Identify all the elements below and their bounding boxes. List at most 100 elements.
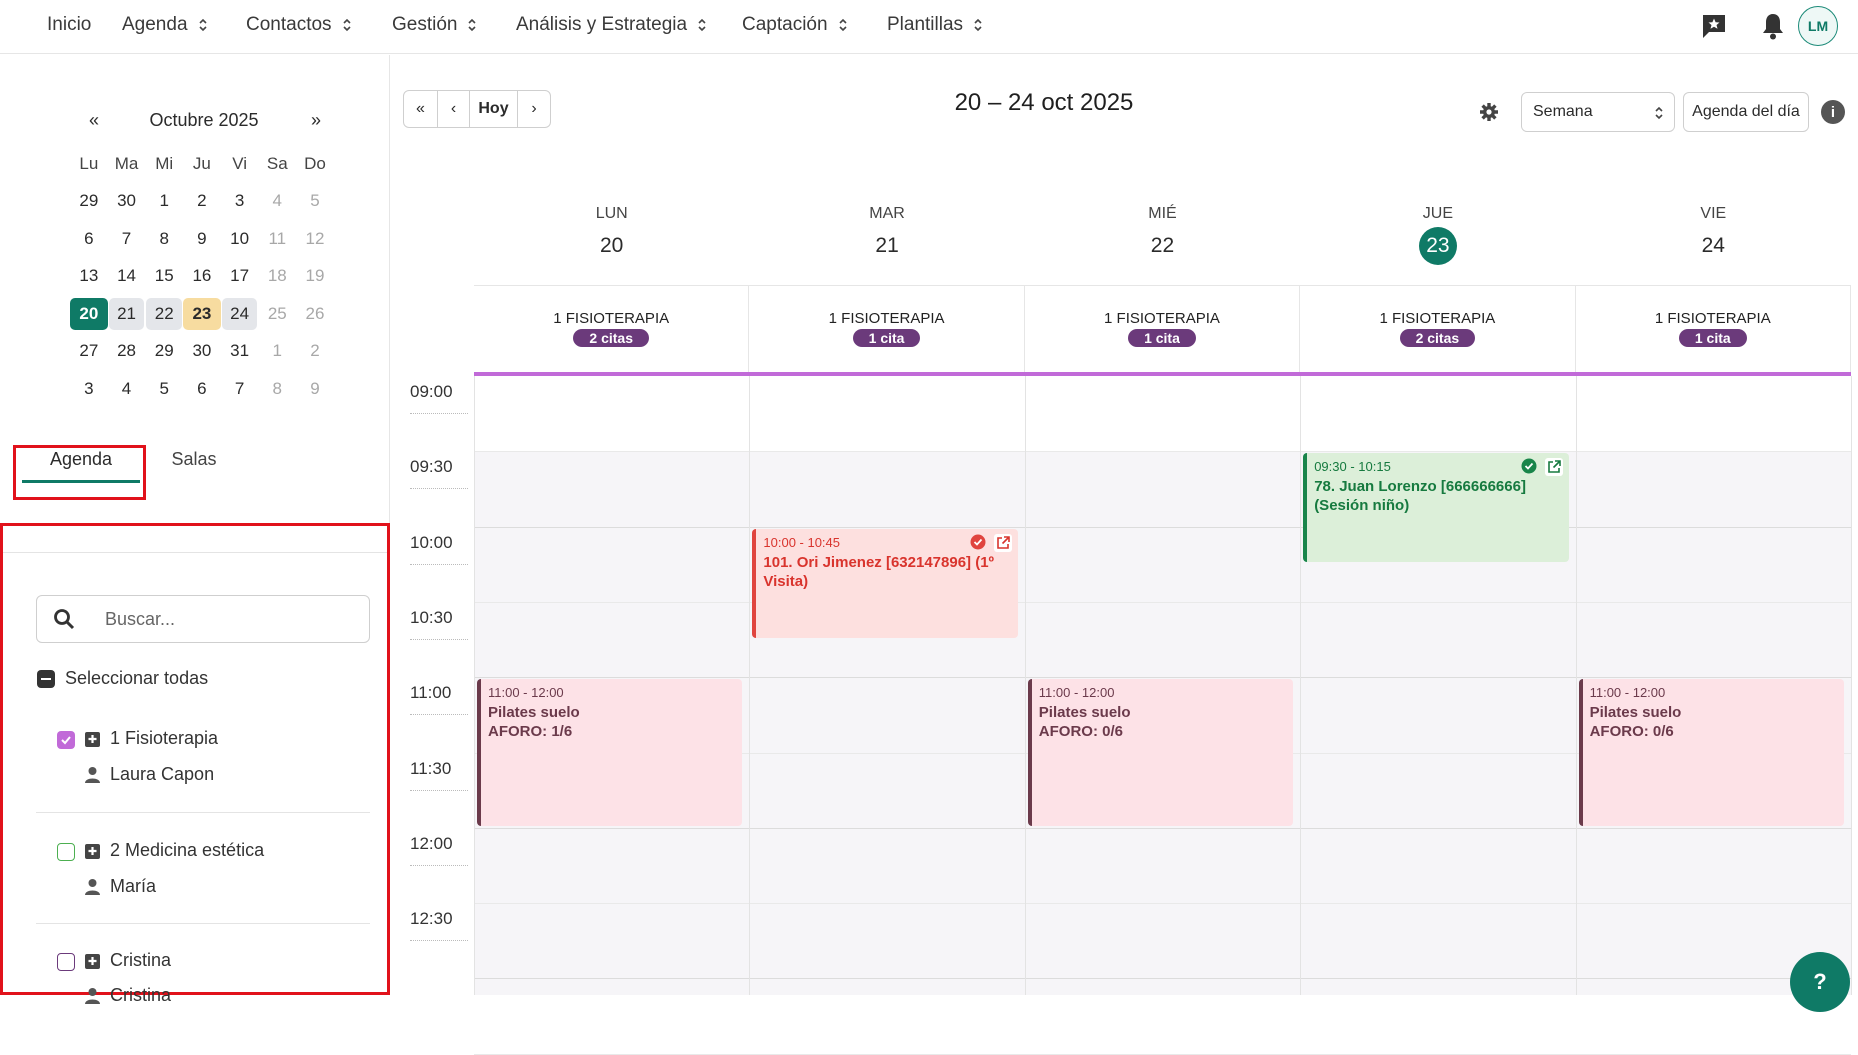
mini-calendar-day[interactable]: 17 — [221, 260, 259, 292]
resource-name: 1 FISIOTERAPIA — [553, 310, 670, 327]
mini-calendar-day[interactable]: 9 — [183, 223, 221, 255]
chevron-updown-icon — [342, 17, 352, 33]
mini-calendar-day[interactable]: 3 — [70, 373, 108, 405]
today-button[interactable]: Hoy — [470, 91, 518, 127]
day-header[interactable]: JUE 23 — [1300, 205, 1575, 265]
filter-divider — [36, 812, 370, 813]
mini-calendar-day[interactable]: 30 — [108, 185, 146, 217]
nav-item-inicio[interactable]: Inicio — [47, 12, 91, 38]
mini-calendar-next-button[interactable]: » — [306, 105, 326, 135]
time-label: 12:30 — [410, 909, 453, 929]
prev-button[interactable]: ‹ — [438, 91, 470, 127]
class-event[interactable]: 11:00 - 12:00 Pilates suelo AFORO: 1/6 — [477, 679, 743, 826]
class-event[interactable]: 11:00 - 12:00 Pilates suelo AFORO: 0/6 — [1027, 679, 1294, 826]
person-icon — [84, 987, 101, 1005]
confirmed-check-icon — [1521, 458, 1537, 474]
mini-calendar-day[interactable]: 23 — [183, 297, 221, 330]
class-event[interactable]: 11:00 - 12:00 Pilates suelo AFORO: 0/6 — [1578, 679, 1844, 826]
mini-calendar-day[interactable]: 7 — [108, 223, 146, 255]
mini-calendar-day[interactable]: 16 — [183, 260, 221, 292]
mini-calendar-day[interactable]: 15 — [145, 260, 183, 292]
weekday-label: Sa — [266, 153, 288, 173]
resource-name: 1 FISIOTERAPIA — [1104, 310, 1220, 327]
filter-item-person: María — [110, 876, 157, 896]
mini-calendar-day[interactable]: 12 — [296, 223, 334, 255]
nav-item-contactos[interactable]: Contactos — [246, 12, 352, 38]
appointment-count-badge: 1 cita — [1128, 329, 1196, 347]
mini-calendar-day[interactable]: 9 — [296, 373, 334, 405]
bell-icon[interactable] — [1760, 12, 1786, 40]
mini-calendar-day[interactable]: 21 — [108, 297, 145, 330]
mini-calendar-day[interactable]: 8 — [258, 373, 296, 405]
mini-calendar-day[interactable]: 13 — [70, 260, 108, 292]
mini-calendar-day[interactable]: 30 — [183, 335, 221, 367]
mini-calendar-day[interactable]: 31 — [221, 335, 259, 367]
mini-calendar-day[interactable]: 14 — [108, 260, 146, 292]
mini-calendar-day[interactable]: 4 — [108, 373, 146, 405]
mini-calendar-day[interactable]: 24 — [221, 297, 258, 330]
nav-item-captacion[interactable]: Captación — [742, 12, 848, 38]
first-button[interactable]: « — [404, 91, 438, 127]
mini-calendar-day[interactable]: 8 — [145, 223, 183, 255]
mini-calendar-day[interactable]: 4 — [258, 185, 296, 217]
time-separator — [410, 488, 468, 490]
mini-calendar-day[interactable]: 5 — [296, 185, 334, 217]
mini-calendar-prev-button[interactable]: « — [84, 105, 104, 135]
mini-calendar-day[interactable]: 1 — [145, 185, 183, 217]
open-external-icon[interactable] — [1544, 458, 1563, 477]
gear-icon[interactable] — [1479, 102, 1499, 122]
mini-calendar-day[interactable]: 6 — [70, 223, 108, 255]
nav-item-plantillas[interactable]: Plantillas — [887, 12, 983, 38]
mini-calendar-day[interactable]: 1 — [258, 335, 296, 367]
filter-checkbox-medicina-estetica[interactable] — [57, 843, 75, 861]
time-grid: 10:00 - 10:45 101. Ori Jimenez [632147896… — [474, 376, 1852, 1055]
next-button[interactable]: › — [518, 91, 550, 127]
mini-calendar-day[interactable]: 25 — [258, 298, 296, 330]
mini-calendar-day[interactable]: 27 — [70, 335, 108, 367]
star-message-icon[interactable] — [1700, 12, 1728, 40]
day-name: JUE — [1422, 205, 1453, 222]
nav-item-agenda[interactable]: Agenda — [122, 12, 208, 38]
mini-calendar-day[interactable]: 10 — [221, 223, 259, 255]
help-button[interactable]: ? — [1790, 952, 1850, 1012]
appointment-event[interactable]: 10:00 - 10:45 101. Ori Jimenez [632147896… — [752, 528, 1018, 638]
appointment-count-badge: 1 cita — [852, 329, 921, 347]
event-title: Pilates suelo — [1038, 704, 1131, 722]
mini-calendar-day[interactable]: 5 — [145, 373, 183, 405]
filter-checkbox-cristina[interactable] — [57, 953, 75, 971]
slot-line — [474, 451, 1851, 453]
mini-calendar-day[interactable]: 2 — [296, 335, 334, 367]
nav-item-analisis-estrategia[interactable]: Análisis y Estrategia — [516, 12, 707, 38]
open-external-icon[interactable] — [993, 533, 1012, 552]
appointment-event[interactable]: 09:30 - 10:15 78. Juan Lorenzo [666666666… — [1303, 453, 1569, 563]
mini-calendar-day[interactable]: 29 — [70, 185, 108, 217]
weekday-label: Ju — [192, 153, 211, 173]
day-header[interactable]: MAR 21 — [749, 205, 1024, 265]
view-select[interactable]: Semana — [1521, 92, 1675, 132]
filter-checkbox-fisioterapia[interactable] — [57, 731, 75, 749]
mini-calendar-day[interactable]: 22 — [146, 297, 183, 330]
nav-item-gestion[interactable]: Gestión — [392, 12, 477, 38]
mini-calendar-day[interactable]: 6 — [183, 373, 221, 405]
mini-calendar-day[interactable]: 7 — [221, 373, 259, 405]
day-agenda-button[interactable]: Agenda del día — [1683, 92, 1809, 132]
select-all-checkbox[interactable] — [37, 670, 55, 688]
mini-calendar-day[interactable]: 20 — [70, 297, 108, 330]
day-header[interactable]: VIE 24 — [1576, 205, 1851, 265]
mini-calendar-day[interactable]: 28 — [108, 335, 146, 367]
info-icon[interactable]: i — [1821, 100, 1845, 124]
day-number: 21 — [875, 234, 899, 257]
tab-salas[interactable]: Salas — [150, 435, 238, 483]
mini-calendar-day[interactable]: 18 — [258, 260, 296, 292]
resource-cell: 1 FISIOTERAPIA 1 cita — [1576, 286, 1851, 374]
mini-calendar-day[interactable]: 19 — [296, 260, 334, 292]
day-header[interactable]: MIÉ 22 — [1025, 205, 1300, 265]
day-header[interactable]: LUN 20 — [474, 205, 749, 265]
mini-calendar-day[interactable]: 29 — [145, 335, 183, 367]
mini-calendar-day[interactable]: 26 — [296, 298, 334, 330]
mini-calendar-day[interactable]: 11 — [258, 223, 296, 255]
mini-calendar-day[interactable]: 3 — [221, 185, 259, 217]
search-input[interactable]: Buscar... — [36, 595, 370, 643]
mini-calendar-day[interactable]: 2 — [183, 185, 221, 217]
user-avatar[interactable]: LM — [1798, 6, 1838, 46]
